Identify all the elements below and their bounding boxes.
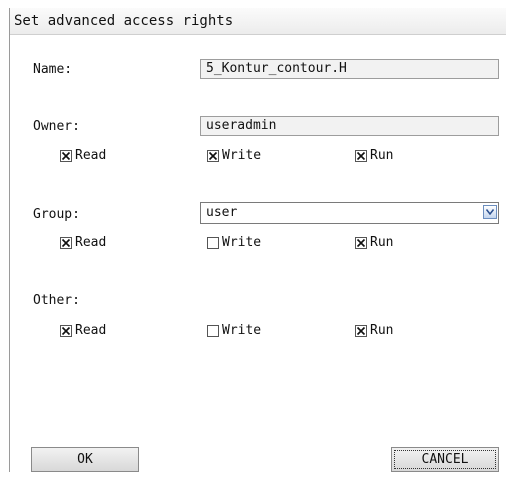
other-run-label: Run <box>370 323 394 338</box>
owner-read-checkbox[interactable]: Read <box>60 148 106 163</box>
group-read-checkbox[interactable]: Read <box>60 235 106 250</box>
x-mark-icon <box>356 151 366 160</box>
name-field: 5_Kontur_contour.H <box>200 59 499 79</box>
group-select-value: user <box>206 205 238 220</box>
group-label: Group: <box>33 207 80 222</box>
other-write-label: Write <box>222 323 262 338</box>
checkbox-box <box>60 236 72 249</box>
other-label: Other: <box>33 293 80 308</box>
name-label: Name: <box>33 62 73 77</box>
group-read-label: Read <box>75 235 107 250</box>
other-read-checkbox[interactable]: Read <box>60 323 106 338</box>
dialog-left-border <box>9 8 10 472</box>
x-mark-icon <box>356 326 366 335</box>
checkbox-box <box>355 236 367 249</box>
owner-field: useradmin <box>200 116 499 136</box>
chevron-down-icon[interactable] <box>483 205 497 219</box>
x-mark-icon <box>356 238 366 247</box>
cancel-button[interactable]: CANCEL <box>391 447 499 472</box>
owner-write-checkbox[interactable]: Write <box>207 148 261 163</box>
other-run-checkbox[interactable]: Run <box>355 323 393 338</box>
owner-write-label: Write <box>222 148 262 163</box>
checkbox-box <box>60 324 72 337</box>
group-write-checkbox[interactable]: Write <box>207 235 261 250</box>
checkbox-box <box>207 236 219 249</box>
group-write-label: Write <box>222 235 262 250</box>
x-mark-icon <box>61 238 71 247</box>
owner-run-label: Run <box>370 148 394 163</box>
ok-button[interactable]: OK <box>31 447 139 472</box>
checkbox-box <box>355 324 367 337</box>
x-mark-icon <box>61 326 71 335</box>
owner-read-label: Read <box>75 148 107 163</box>
x-mark-icon <box>61 151 71 160</box>
access-rights-dialog: Set advanced access rights Name: 5_Kontu… <box>0 0 506 478</box>
checkbox-box <box>355 149 367 162</box>
group-select[interactable]: user <box>200 202 499 224</box>
group-run-label: Run <box>370 235 394 250</box>
owner-label: Owner: <box>33 119 80 134</box>
owner-run-checkbox[interactable]: Run <box>355 148 393 163</box>
x-mark-icon <box>208 151 218 160</box>
dialog-title: Set advanced access rights <box>14 13 234 29</box>
checkbox-box <box>60 149 72 162</box>
other-read-label: Read <box>75 323 107 338</box>
other-write-checkbox[interactable]: Write <box>207 323 261 338</box>
checkbox-box <box>207 324 219 337</box>
checkbox-box <box>207 149 219 162</box>
group-run-checkbox[interactable]: Run <box>355 235 393 250</box>
title-bar: Set advanced access rights <box>10 8 506 35</box>
